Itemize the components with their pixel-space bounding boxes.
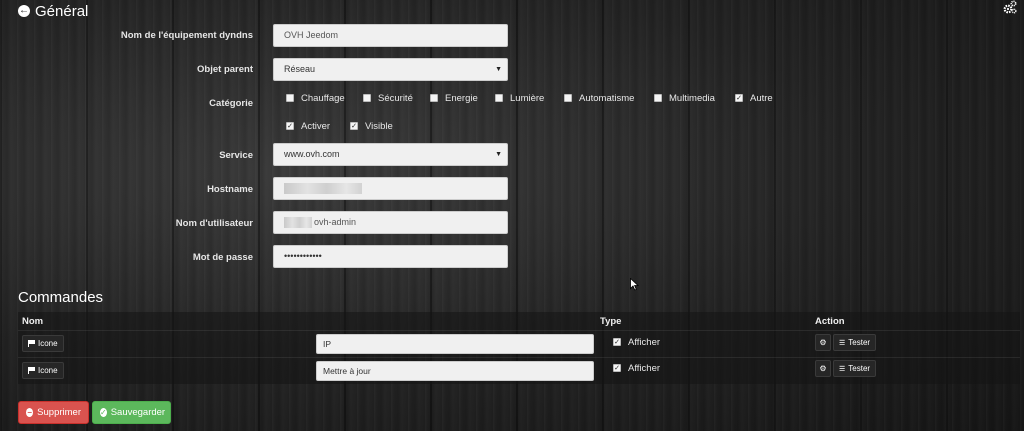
username-label: Nom d'utilisateur bbox=[175, 218, 253, 229]
checkbox-label: Visible bbox=[365, 120, 393, 132]
show-checkbox[interactable]: ✓ Afficher bbox=[613, 361, 660, 375]
command-name-input[interactable]: IP bbox=[316, 334, 594, 354]
name-input[interactable]: OVH Jeedom bbox=[273, 24, 508, 47]
save-button-label: Sauvegarder bbox=[110, 407, 166, 418]
save-button[interactable]: ✓ Sauvegarder bbox=[92, 401, 171, 424]
minus-circle-icon: − bbox=[26, 408, 34, 417]
checkbox[interactable] bbox=[564, 94, 572, 102]
name-label: Nom de l'équipement dyndns bbox=[120, 30, 253, 41]
caret-down-icon: ▼ bbox=[495, 151, 502, 158]
hostname-input[interactable] bbox=[273, 177, 508, 200]
column-name: Nom bbox=[22, 316, 44, 327]
parent-select[interactable]: Réseau ▼ bbox=[273, 58, 508, 81]
mouse-cursor-icon bbox=[630, 278, 639, 291]
username-value: ovh-admin bbox=[314, 217, 357, 227]
checkbox-checked[interactable]: ✓ bbox=[613, 364, 621, 372]
rss-icon: ☰ bbox=[839, 365, 846, 373]
username-input[interactable]: ovh-admin bbox=[273, 211, 508, 234]
checkbox[interactable] bbox=[430, 94, 438, 102]
checkbox-checked[interactable]: ✓ bbox=[350, 122, 358, 130]
checkbox-label: Lumière bbox=[510, 92, 545, 104]
test-button-label: Tester bbox=[848, 364, 871, 373]
delete-button[interactable]: − Supprimer bbox=[18, 401, 89, 424]
check-circle-icon: ✓ bbox=[100, 408, 107, 417]
category-automatisme[interactable]: Automatisme bbox=[564, 91, 634, 105]
caret-down-icon: ▼ bbox=[495, 66, 502, 73]
gears-icon[interactable] bbox=[1003, 0, 1017, 14]
icon-button-label: Icone bbox=[38, 366, 58, 375]
configure-button[interactable]: ⚙ bbox=[815, 360, 831, 377]
gears-icon: ⚙ bbox=[819, 338, 827, 347]
checkbox-label: Autre bbox=[750, 92, 773, 104]
delete-button-label: Supprimer bbox=[37, 407, 81, 418]
flag-icon bbox=[28, 340, 35, 347]
configure-button[interactable]: ⚙ bbox=[815, 334, 831, 351]
column-action: Action bbox=[815, 316, 845, 327]
checkbox-label: Automatisme bbox=[579, 92, 635, 104]
redacted-value bbox=[284, 183, 362, 195]
arrow-circle-left-icon[interactable]: ← bbox=[18, 5, 30, 17]
category-securite[interactable]: Sécurité bbox=[363, 91, 413, 105]
category-lumiere[interactable]: Lumière bbox=[495, 91, 544, 105]
checkbox-label: Activer bbox=[301, 120, 331, 132]
gears-icon: ⚙ bbox=[819, 364, 827, 373]
test-button[interactable]: ☰ Tester bbox=[833, 334, 877, 351]
service-select[interactable]: www.ovh.com ▼ bbox=[273, 143, 508, 166]
category-chauffage[interactable]: Chauffage bbox=[286, 91, 345, 105]
password-label: Mot de passe bbox=[192, 252, 253, 263]
row-divider bbox=[18, 357, 1020, 358]
commands-title: Commandes bbox=[18, 289, 104, 306]
parent-label: Objet parent bbox=[197, 64, 253, 75]
rss-icon: ☰ bbox=[839, 339, 846, 347]
hostname-label: Hostname bbox=[207, 184, 253, 195]
flag-icon bbox=[28, 367, 35, 374]
row-divider bbox=[18, 330, 1020, 331]
checkbox-checked[interactable]: ✓ bbox=[613, 338, 621, 346]
category-energie[interactable]: Energie bbox=[430, 91, 478, 105]
test-button-label: Tester bbox=[848, 338, 871, 347]
checkbox-checked[interactable]: ✓ bbox=[286, 122, 294, 130]
checkbox[interactable] bbox=[495, 94, 503, 102]
show-checkbox[interactable]: ✓ Afficher bbox=[613, 335, 660, 349]
icon-button-label: Icone bbox=[38, 339, 58, 348]
icon-button[interactable]: Icone bbox=[22, 335, 64, 352]
activate-checkbox[interactable]: ✓ Activer bbox=[286, 119, 330, 133]
checkbox-label: Energie bbox=[445, 92, 478, 104]
parent-select-value: Réseau bbox=[284, 64, 316, 74]
category-label: Catégorie bbox=[209, 98, 253, 109]
icon-button[interactable]: Icone bbox=[22, 362, 64, 379]
checkbox[interactable] bbox=[654, 94, 662, 102]
category-multimedia[interactable]: Multimedia bbox=[654, 91, 715, 105]
checkbox[interactable] bbox=[286, 94, 294, 102]
page-header: ← Général bbox=[18, 1, 88, 21]
service-select-value: www.ovh.com bbox=[284, 149, 340, 159]
checkbox-label: Multimedia bbox=[669, 92, 715, 104]
checkbox-label: Chauffage bbox=[301, 92, 345, 104]
checkbox-label: Afficher bbox=[628, 362, 661, 374]
redacted-value bbox=[284, 217, 312, 229]
visible-checkbox[interactable]: ✓ Visible bbox=[350, 119, 393, 133]
column-type: Type bbox=[600, 316, 622, 327]
password-input[interactable]: •••••••••••• bbox=[273, 245, 508, 268]
service-label: Service bbox=[219, 150, 253, 161]
checkbox-checked[interactable]: ✓ bbox=[735, 94, 743, 102]
checkbox-label: Afficher bbox=[628, 336, 661, 348]
test-button[interactable]: ☰ Tester bbox=[833, 360, 877, 377]
category-autre[interactable]: ✓ Autre bbox=[735, 91, 773, 105]
command-name-input[interactable]: Mettre à jour bbox=[316, 361, 594, 381]
checkbox[interactable] bbox=[363, 94, 371, 102]
checkbox-label: Sécurité bbox=[378, 92, 413, 104]
page-title: Général bbox=[35, 2, 89, 20]
